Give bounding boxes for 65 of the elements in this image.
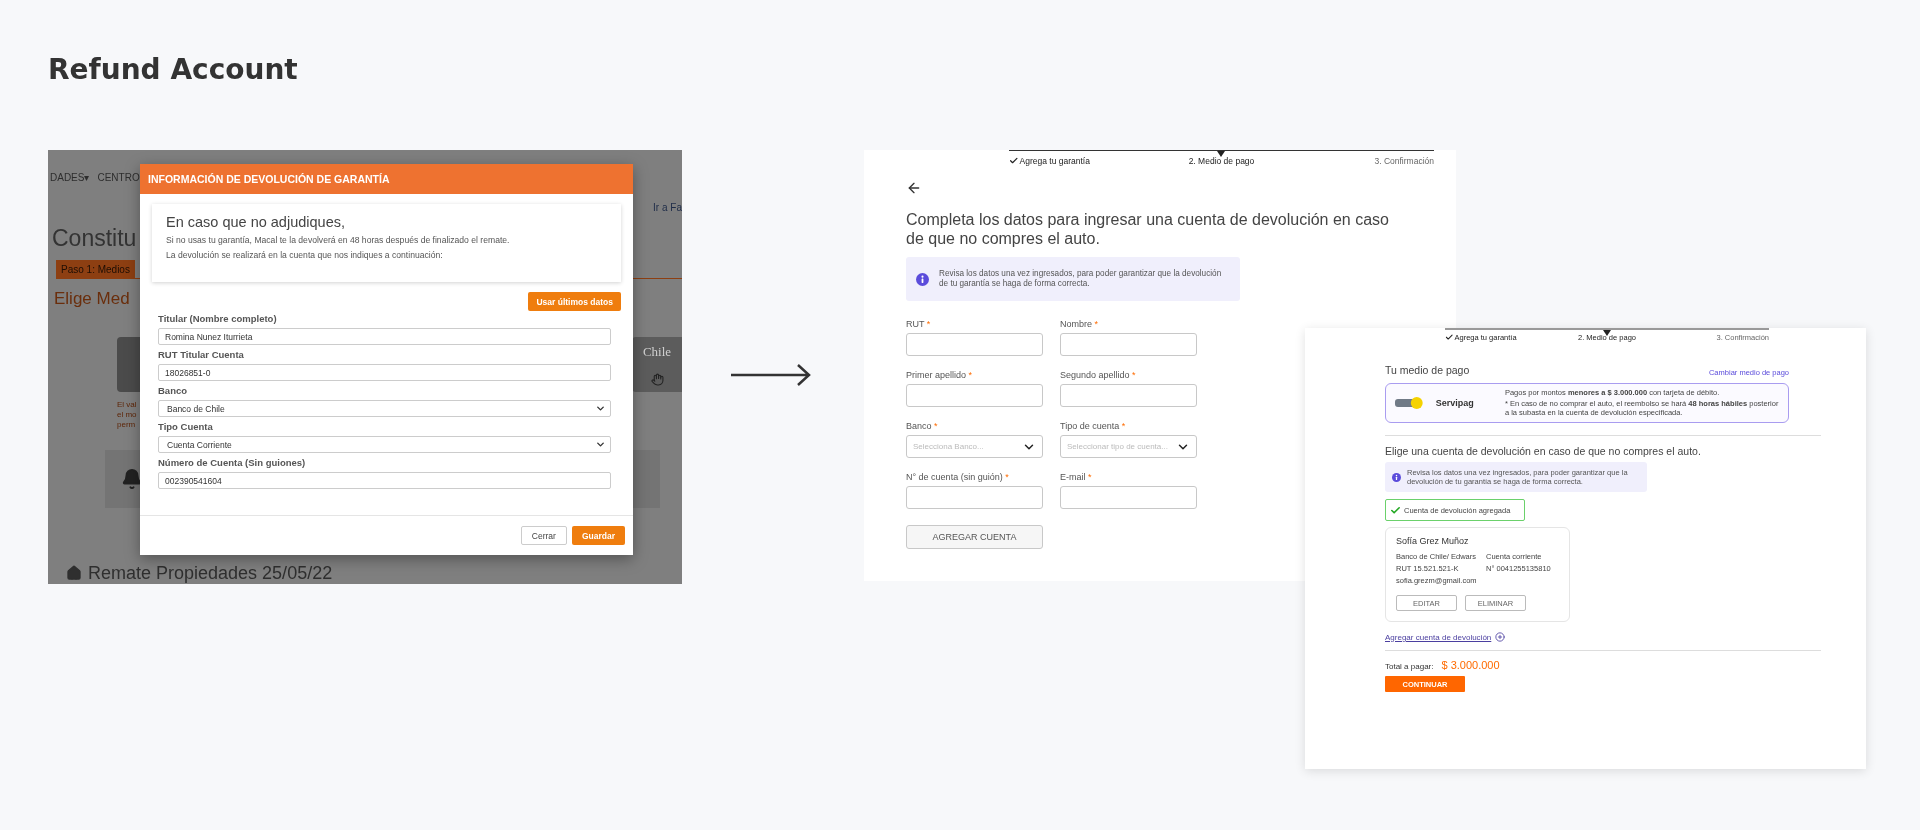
card-logo-text: Chile [642, 343, 672, 360]
field-label: Número de Cuenta (Sin guiones) [158, 457, 307, 469]
close-button[interactable]: Cerrar [520, 526, 567, 545]
hand-icon [650, 372, 664, 386]
field-label: Tipo de cuenta * [1060, 421, 1127, 433]
bell-icon [121, 468, 143, 490]
field-label: RUT Titular Cuenta [158, 349, 245, 361]
select-field[interactable]: Cuenta Corriente [158, 436, 611, 453]
section-heading: Remate Propiedades 25/05/22 [88, 562, 333, 584]
field-label: Tipo Cuenta [158, 421, 214, 433]
total-amount: $ 3.000.000 [1441, 659, 1500, 672]
text-field[interactable] [1060, 486, 1197, 510]
text-field[interactable] [1060, 384, 1197, 408]
text-field[interactable] [1060, 333, 1197, 357]
plus-icon[interactable] [1495, 632, 1506, 643]
text-field[interactable] [906, 486, 1043, 510]
field-label: Segundo apellido * [1060, 370, 1137, 382]
chevron-icon [595, 403, 606, 414]
logo-icon [1394, 394, 1426, 411]
total-label: Total a pagar: [1385, 662, 1434, 672]
home-icon [66, 565, 82, 581]
text-field[interactable]: Romina Nunez Iturrieta [158, 328, 611, 345]
text-field[interactable] [906, 333, 1043, 357]
field-label: Primer apellido * [906, 370, 974, 382]
chevron-icon [595, 439, 606, 450]
payment-method-name: Servipag [1435, 397, 1475, 408]
account-name: Sofía Grez Muñoz [1396, 536, 1470, 547]
text-field[interactable]: 18026851-0 [158, 364, 611, 381]
modal-title: INFORMACIÓN DE DEVOLUCIÓN DE GARANTÍA [148, 173, 390, 185]
step-label: 3. Confirmación [1374, 156, 1434, 167]
section-title: Tu medio de pago [1385, 364, 1470, 377]
add-account-button[interactable]: AGREGAR CUENTA [906, 525, 1043, 550]
field-label: Banco * [906, 421, 939, 433]
field-label: Banco [158, 385, 189, 397]
intro-heading: En caso que no adjudiques, [166, 214, 346, 230]
field-label: RUT * [906, 319, 932, 331]
section-heading: Elige Med [54, 288, 130, 310]
select-field[interactable]: Banco de Chile [158, 400, 611, 417]
arrow-icon [730, 363, 811, 387]
note-text: El val [117, 400, 137, 410]
check-icon [1390, 504, 1401, 516]
note-text: perm [117, 420, 136, 430]
field-label: Titular (Nombre completo) [158, 313, 278, 325]
info-icon [1392, 472, 1401, 482]
payment-card[interactable]: Chile [632, 337, 682, 392]
page-link[interactable]: Ir a Fa [653, 202, 682, 214]
section-title: Elige una cuenta de devolución en caso de que no compres el auto. [1385, 444, 1702, 458]
nav-item[interactable]: CENTRO [97, 172, 140, 184]
field-label: N° de cuenta (sin guión) * [906, 472, 1010, 484]
page-title: Refund Account [48, 52, 299, 88]
intro-text: La devolución se realizará en la cuenta que nos indiques a continuación: [166, 249, 444, 261]
step-label: Agrega tu garantía [1019, 156, 1090, 167]
page-heading: Constitu [52, 224, 137, 253]
field-label: Nombre * [1060, 319, 1100, 331]
text-field[interactable] [906, 384, 1043, 408]
info-text: Revisa los datos una vez ingresados, para poder garantizar que la devolución de tu garantía se haga de forma correcta. [939, 269, 1223, 290]
text-field[interactable]: 002390541604 [158, 472, 611, 489]
field-label: E-mail * [1060, 472, 1093, 484]
intro-text: Si no usas tu garantía, Macal te la devolverá en 48 horas después de finalizado el remate. [166, 234, 511, 246]
note-text: el mo [117, 410, 137, 420]
info-icon [916, 272, 929, 286]
nav-item[interactable]: DADES▾ [50, 172, 90, 184]
add-account-link[interactable]: Agregar cuenta de devolución [1385, 632, 1492, 642]
form-heading: Completa los datos para ingresar una cuenta de devolución en caso de que no compres el auto. [906, 210, 1390, 249]
step-label: 2. Medio de pago [1188, 156, 1255, 167]
